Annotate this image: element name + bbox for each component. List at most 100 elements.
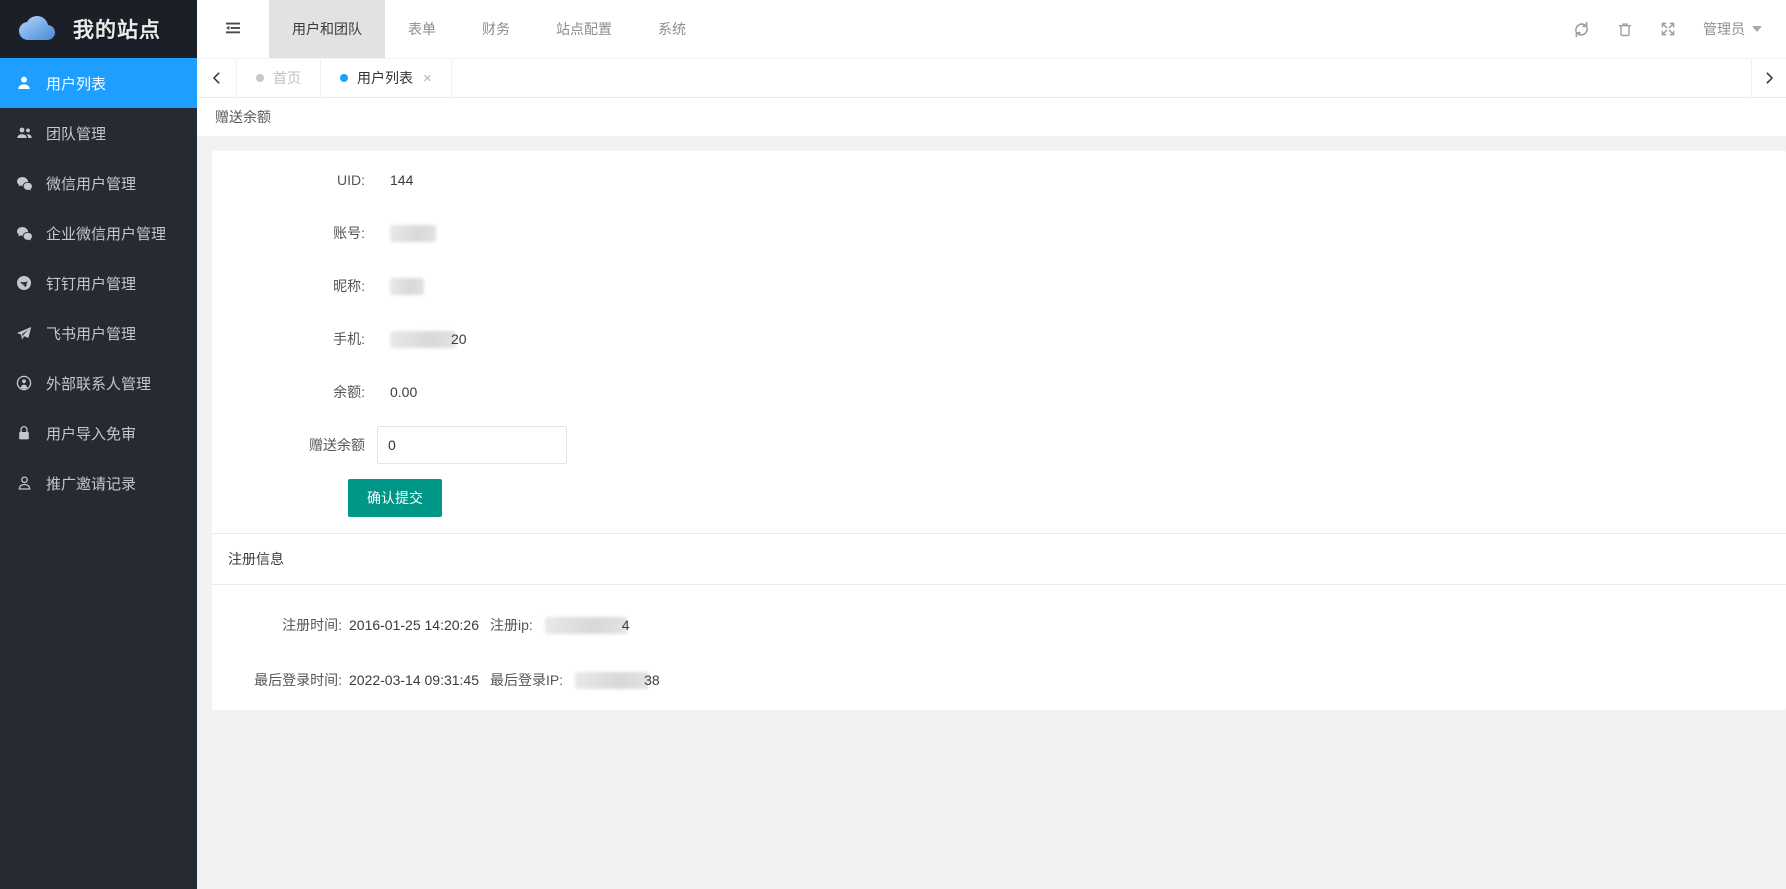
- registration-row: 注册时间: 2016-01-25 14:20:26 注册ip: 4: [212, 606, 1786, 644]
- content-area: UID: 144 账号: 昵称: 手机:: [197, 136, 1786, 889]
- form-row-gift-balance: 赠送余额: [212, 426, 1786, 464]
- form-row-phone: 手机: 20: [212, 320, 1786, 358]
- top-menu-label: 表单: [408, 19, 436, 39]
- sidebar-item-label: 外部联系人管理: [46, 373, 151, 394]
- reg-label: 最后登录时间:: [212, 670, 342, 690]
- top-menu-forms[interactable]: 表单: [385, 0, 459, 58]
- field-value: 0.00: [377, 373, 417, 411]
- field-value: [377, 214, 436, 252]
- site-title: 我的站点: [73, 14, 161, 44]
- form-row-nickname: 昵称:: [212, 267, 1786, 305]
- team-icon: [15, 125, 33, 141]
- field-label: 昵称:: [212, 267, 377, 305]
- field-value: [377, 426, 567, 464]
- top-menu-site-config[interactable]: 站点配置: [533, 0, 635, 58]
- reg-label: 最后登录IP:: [490, 670, 563, 690]
- registration-section-title: 注册信息: [212, 533, 1786, 585]
- visible-suffix: 4: [622, 617, 630, 633]
- reg-value: 2016-01-25 14:20:26: [342, 617, 490, 633]
- sidebar-item-feishu-users[interactable]: 飞书用户管理: [0, 308, 197, 358]
- field-label: 手机:: [212, 320, 377, 358]
- refresh-icon[interactable]: [1573, 21, 1590, 38]
- header-actions: 管理员: [1573, 0, 1786, 58]
- top-header: 用户和团队 表单 财务 站点配置 系统: [197, 0, 1786, 58]
- reg-value: 2022-03-14 09:31:45: [342, 672, 490, 688]
- sidebar-item-invite-records[interactable]: 推广邀请记录: [0, 458, 197, 508]
- tab-bar-spacer: [452, 59, 1751, 97]
- app-root: 我的站点 用户列表 团队管理 微信用户管理: [0, 0, 1786, 889]
- gift-balance-input[interactable]: [377, 426, 567, 464]
- redacted-value: [390, 225, 436, 242]
- dingtalk-icon: [15, 275, 33, 291]
- chevron-left-icon: [210, 71, 224, 85]
- user-menu-label: 管理员: [1703, 19, 1745, 39]
- redacted-value: [390, 278, 424, 295]
- sidebar-item-label: 团队管理: [46, 123, 106, 144]
- form-row-uid: UID: 144: [212, 161, 1786, 199]
- sidebar-item-label: 企业微信用户管理: [46, 223, 166, 244]
- sidebar-item-wechat-users[interactable]: 微信用户管理: [0, 158, 197, 208]
- person-outline-icon: [15, 475, 33, 491]
- reg-label: 注册ip:: [490, 615, 533, 635]
- top-menu-label: 财务: [482, 19, 510, 39]
- wecom-icon: [15, 225, 33, 241]
- lock-icon: [15, 425, 33, 441]
- top-menu-label: 用户和团队: [292, 19, 362, 39]
- sidebar-item-label: 用户列表: [46, 73, 106, 94]
- tab-user-list[interactable]: 用户列表 ×: [321, 59, 452, 97]
- page-title: 赠送余额: [215, 107, 271, 127]
- paper-plane-icon: [15, 325, 33, 341]
- field-label: 余额:: [212, 373, 377, 411]
- field-value: 20: [377, 320, 467, 358]
- tab-status-dot: [340, 74, 348, 82]
- form-row-submit: 确认提交: [212, 479, 1786, 517]
- tab-label: 首页: [273, 68, 301, 88]
- main-area: 用户和团队 表单 财务 站点配置 系统: [197, 0, 1786, 889]
- external-contact-icon: [15, 375, 33, 391]
- form-row-account: 账号:: [212, 214, 1786, 252]
- top-menu: 用户和团队 表单 财务 站点配置 系统: [269, 0, 709, 58]
- tab-home[interactable]: 首页: [237, 59, 321, 97]
- sidebar-item-user-import[interactable]: 用户导入免审: [0, 408, 197, 458]
- sidebar-item-user-list[interactable]: 用户列表: [0, 58, 197, 108]
- tab-bar: 首页 用户列表 ×: [197, 58, 1786, 98]
- reg-value: 38: [563, 672, 660, 689]
- registration-row: 最后登录时间: 2022-03-14 09:31:45 最后登录IP: 38: [212, 661, 1786, 699]
- close-icon[interactable]: ×: [423, 71, 432, 86]
- top-menu-label: 站点配置: [556, 19, 612, 39]
- top-menu-system[interactable]: 系统: [635, 0, 709, 58]
- sidebar: 我的站点 用户列表 团队管理 微信用户管理: [0, 0, 197, 889]
- top-menu-label: 系统: [658, 19, 686, 39]
- tab-scroll-left-button[interactable]: [197, 59, 237, 97]
- user-icon: [15, 75, 33, 91]
- visible-suffix: 20: [451, 320, 467, 358]
- field-label: UID:: [212, 161, 377, 199]
- cloud-logo-icon: [10, 10, 64, 49]
- submit-button[interactable]: 确认提交: [348, 479, 442, 517]
- visible-suffix: 38: [644, 672, 660, 688]
- form-row-balance: 余额: 0.00: [212, 373, 1786, 411]
- sidebar-item-dingtalk-users[interactable]: 钉钉用户管理: [0, 258, 197, 308]
- registration-info: 注册时间: 2016-01-25 14:20:26 注册ip: 4 最后登录时间…: [212, 585, 1786, 699]
- redacted-value: [575, 672, 649, 689]
- collapse-menu-icon: [224, 20, 242, 39]
- collapse-sidebar-button[interactable]: [197, 0, 269, 58]
- trash-icon[interactable]: [1617, 21, 1633, 38]
- fullscreen-icon[interactable]: [1660, 21, 1676, 37]
- tab-status-dot: [256, 74, 264, 82]
- chevron-down-icon: [1752, 26, 1762, 32]
- reg-value: 4: [533, 617, 630, 634]
- tab-scroll-right-button[interactable]: [1751, 59, 1786, 97]
- sidebar-item-external-contacts[interactable]: 外部联系人管理: [0, 358, 197, 408]
- top-menu-finance[interactable]: 财务: [459, 0, 533, 58]
- sidebar-item-label: 微信用户管理: [46, 173, 136, 194]
- tab-label: 用户列表: [357, 68, 413, 88]
- top-menu-users-teams[interactable]: 用户和团队: [269, 0, 385, 58]
- sidebar-nav: 用户列表 团队管理 微信用户管理 企业微信用户管理: [0, 58, 197, 889]
- field-value: [377, 267, 424, 305]
- user-menu[interactable]: 管理员: [1703, 19, 1762, 39]
- field-label: 赠送余额: [212, 426, 377, 464]
- sidebar-item-team-management[interactable]: 团队管理: [0, 108, 197, 158]
- sidebar-item-label: 用户导入免审: [46, 423, 136, 444]
- sidebar-item-wecom-users[interactable]: 企业微信用户管理: [0, 208, 197, 258]
